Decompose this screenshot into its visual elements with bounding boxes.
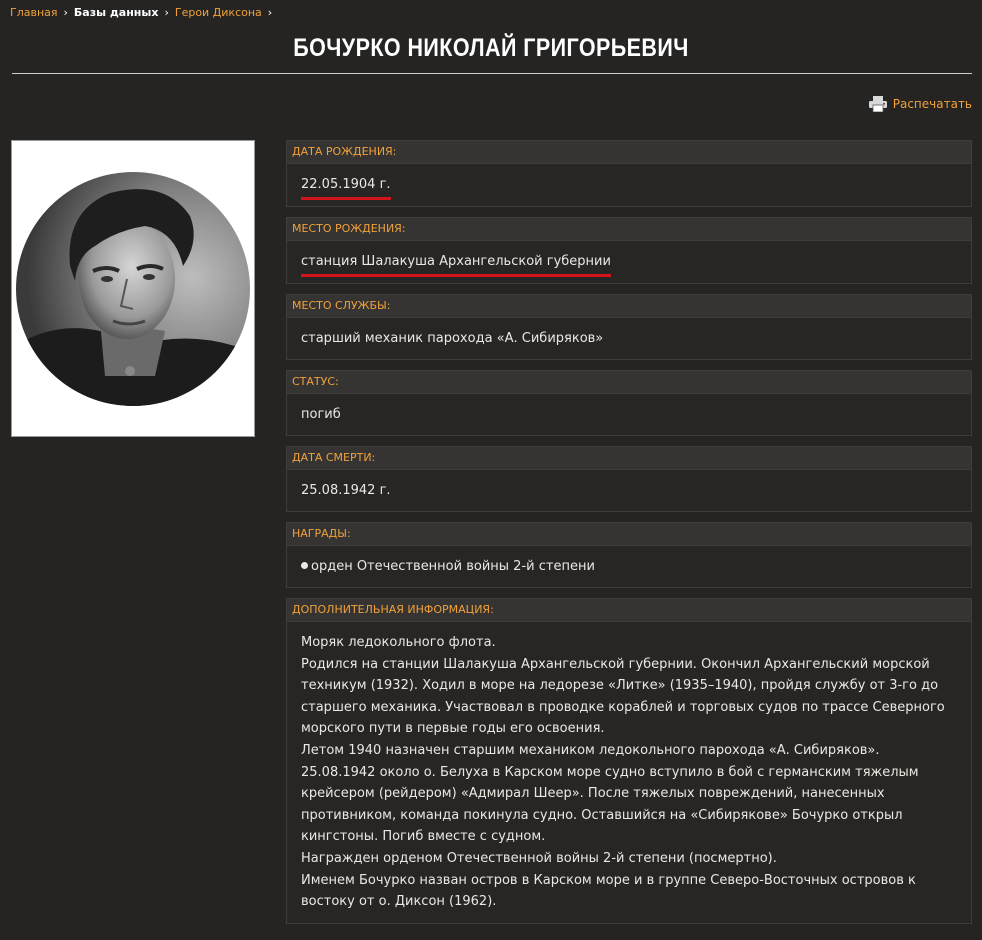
field-death-date: ДАТА СМЕРТИ: 25.08.1942 г.: [286, 446, 972, 512]
field-awards: НАГРАДЫ: орден Отечественной войны 2-й с…: [286, 522, 972, 588]
person-details: ДАТА РОЖДЕНИЯ: 22.05.1904 г. МЕСТО РОЖДЕ…: [286, 140, 972, 934]
service-place-value: старший механик парохода «А. Сибиряков»: [301, 331, 604, 346]
field-label: ДОПОЛНИТЕЛЬНАЯ ИНФОРМАЦИЯ:: [287, 599, 971, 622]
page: Главная › Базы данных › Герои Диксона › …: [0, 0, 982, 940]
breadcrumb-section-link[interactable]: Герои Диксона: [175, 6, 262, 19]
breadcrumb: Главная › Базы данных › Герои Диксона ›: [10, 6, 272, 19]
breadcrumb-databases: Базы данных: [73, 6, 159, 19]
print-button[interactable]: Распечатать: [868, 96, 972, 112]
info-line: Моряк ледокольного флота.: [301, 635, 496, 650]
field-label: НАГРАДЫ:: [287, 523, 971, 546]
print-label: Распечатать: [892, 97, 972, 111]
field-label: МЕСТО СЛУЖБЫ:: [287, 295, 971, 318]
printer-icon: [868, 96, 887, 112]
breadcrumb-home-link[interactable]: Главная: [10, 6, 58, 19]
field-value: станция Шалакуша Архангельской губернии: [287, 241, 971, 283]
birth-place-value: станция Шалакуша Архангельской губернии: [301, 252, 611, 277]
chevron-right-icon: ›: [63, 6, 68, 19]
field-status: СТАТУС: погиб: [286, 370, 972, 436]
chevron-right-icon: ›: [164, 6, 169, 19]
field-birth-place: МЕСТО РОЖДЕНИЯ: станция Шалакуша Арханге…: [286, 217, 972, 284]
field-label: СТАТУС:: [287, 371, 971, 394]
portrait-photo: [16, 171, 250, 406]
info-line: Награжден орденом Отечественной войны 2-…: [301, 850, 777, 866]
field-label: МЕСТО РОЖДЕНИЯ:: [287, 218, 971, 241]
field-value: 22.05.1904 г.: [287, 164, 971, 206]
chevron-right-icon: ›: [267, 6, 273, 19]
awards-list: орден Отечественной войны 2-й степени: [287, 546, 971, 587]
info-line: 25.08.1942 около о. Белуха в Карском мор…: [301, 764, 919, 845]
field-label: ДАТА РОЖДЕНИЯ:: [287, 141, 971, 164]
info-line: Родился на станции Шалакуша Архангельско…: [301, 656, 945, 737]
field-additional-info: ДОПОЛНИТЕЛЬНАЯ ИНФОРМАЦИЯ: Моряк ледокол…: [286, 598, 972, 924]
status-value: погиб: [301, 407, 341, 422]
death-date-value: 25.08.1942 г.: [301, 483, 391, 498]
title-divider: [12, 73, 972, 74]
birth-date-value: 22.05.1904 г.: [301, 175, 391, 200]
field-birth-date: ДАТА РОЖДЕНИЯ: 22.05.1904 г.: [286, 140, 972, 207]
field-service-place: МЕСТО СЛУЖБЫ: старший механик парохода «…: [286, 294, 972, 360]
page-title: БОЧУРКО НИКОЛАЙ ГРИГОРЬЕВИЧ: [293, 34, 689, 62]
portrait-frame: [11, 140, 255, 437]
info-line: Именем Бочурко назван остров в Карском м…: [301, 872, 916, 910]
award-item: орден Отечественной войны 2-й степени: [311, 559, 595, 574]
additional-info-text: Моряк ледокольного флота. Родился на ста…: [287, 622, 971, 923]
info-line: Летом 1940 назначен старшим механиком ле…: [301, 742, 880, 758]
bullet-icon: [301, 562, 308, 569]
field-label: ДАТА СМЕРТИ:: [287, 447, 971, 470]
